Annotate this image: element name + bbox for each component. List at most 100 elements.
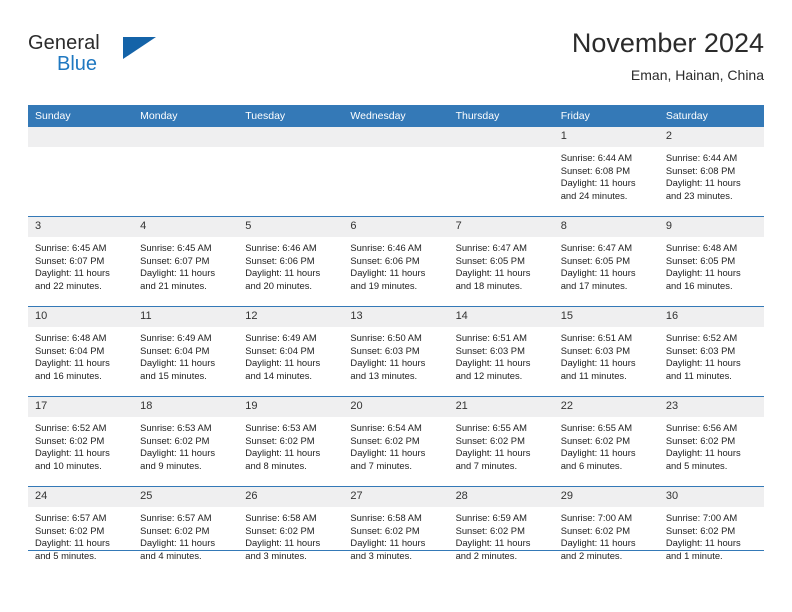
day-info: Sunrise: 6:51 AM Sunset: 6:03 PM Daylight:… — [449, 327, 554, 382]
day-info: Sunrise: 6:53 AM Sunset: 6:02 PM Daylight:… — [133, 417, 238, 472]
daylight-text-line2: and 23 minutes. — [665, 189, 733, 201]
sunset-text: Sunset: 6:02 PM — [140, 524, 210, 536]
brand-logo[interactable]: General Blue — [28, 32, 156, 84]
daylight-text-line1: Daylight: 11 hours — [245, 267, 321, 279]
daylight-text-line2: and 2 minutes. — [560, 549, 623, 561]
calendar-day-cell[interactable]: 29 Sunrise: 7:00 AM Sunset: 6:02 PM Dayligh… — [553, 486, 659, 576]
calendar-day-cell[interactable]: 22 Sunrise: 6:55 AM Sunset: 6:02 PM Dayligh… — [553, 396, 659, 487]
day-number: 10 — [28, 307, 134, 327]
day-number: 29 — [553, 487, 659, 507]
calendar-day-cell[interactable]: 26 Sunrise: 6:58 AM Sunset: 6:02 PM Dayligh… — [238, 486, 344, 576]
calendar-day-cell[interactable]: 1 Sunrise: 6:44 AM Sunset: 6:08 PM Daylight… — [553, 127, 659, 217]
sunset-text: Sunset: 6:03 PM — [665, 344, 736, 356]
calendar-day-cell[interactable]: 28 Sunrise: 6:59 AM Sunset: 6:02 PM Dayligh… — [448, 486, 554, 576]
daylight-text-line1: Daylight: 11 hours — [665, 267, 741, 279]
calendar-day-cell[interactable]: 7 Sunrise: 6:47 AM Sunset: 6:05 PM Daylight… — [448, 216, 554, 307]
daylight-text-line1: Daylight: 11 hours — [245, 537, 321, 549]
daylight-text-line1: Daylight: 11 hours — [140, 357, 216, 369]
sunset-text: Sunset: 6:02 PM — [455, 524, 525, 536]
calendar-day-cell[interactable]: 23 Sunrise: 6:56 AM Sunset: 6:02 PM Dayligh… — [658, 396, 764, 487]
daylight-text-line2: and 21 minutes. — [140, 279, 207, 291]
day-info: Sunrise: 6:58 AM Sunset: 6:02 PM Daylight:… — [238, 507, 343, 562]
sunset-text: Sunset: 6:02 PM — [560, 524, 631, 536]
sunrise-text: Sunrise: 6:55 AM — [455, 422, 527, 433]
day-info: Sunrise: 6:46 AM Sunset: 6:06 PM Daylight:… — [238, 237, 343, 292]
daylight-text-line1: Daylight: 11 hours — [560, 267, 636, 279]
day-number: 4 — [133, 217, 239, 237]
daylight-text-line2: and 1 minute. — [665, 549, 723, 561]
daylight-text-line1: Daylight: 11 hours — [350, 537, 426, 549]
day-info: Sunrise: 6:46 AM Sunset: 6:06 PM Daylight:… — [343, 237, 448, 292]
calendar-day-cell[interactable]: 15 Sunrise: 6:51 AM Sunset: 6:03 PM Dayligh… — [553, 306, 659, 397]
day-number: 17 — [28, 397, 134, 417]
day-number: 20 — [343, 397, 449, 417]
calendar-day-cell[interactable]: 2 Sunrise: 6:44 AM Sunset: 6:08 PM Daylight… — [658, 127, 764, 217]
sunrise-text: Sunrise: 6:51 AM — [455, 332, 527, 343]
calendar-day-cell[interactable]: 3 Sunrise: 6:45 AM Sunset: 6:07 PM Daylight… — [28, 216, 134, 307]
title-block: November 2024 Eman, Hainan, China — [572, 26, 764, 85]
day-number: 25 — [133, 487, 239, 507]
day-info: Sunrise: 6:49 AM Sunset: 6:04 PM Daylight:… — [133, 327, 238, 382]
calendar-day-cell[interactable]: 25 Sunrise: 6:57 AM Sunset: 6:02 PM Dayligh… — [133, 486, 239, 576]
calendar-day-cell-empty — [28, 127, 134, 217]
daylight-text-line2: and 7 minutes. — [455, 459, 518, 471]
sunrise-text: Sunrise: 6:59 AM — [455, 512, 527, 523]
sunrise-text: Sunrise: 6:53 AM — [245, 422, 317, 433]
sunrise-text: Sunrise: 6:45 AM — [35, 242, 107, 253]
sunset-text: Sunset: 6:03 PM — [560, 344, 631, 356]
calendar-day-cell[interactable]: 14 Sunrise: 6:51 AM Sunset: 6:03 PM Dayligh… — [448, 306, 554, 397]
calendar-day-cell[interactable]: 10 Sunrise: 6:48 AM Sunset: 6:04 PM Dayligh… — [28, 306, 134, 397]
calendar-day-cell[interactable]: 17 Sunrise: 6:52 AM Sunset: 6:02 PM Dayligh… — [28, 396, 134, 487]
calendar-body: 1 Sunrise: 6:44 AM Sunset: 6:08 PM Daylight… — [28, 127, 764, 576]
daylight-text-line1: Daylight: 11 hours — [245, 357, 321, 369]
calendar-day-cell[interactable]: 5 Sunrise: 6:46 AM Sunset: 6:06 PM Daylight… — [238, 216, 344, 307]
sunset-text: Sunset: 6:02 PM — [245, 524, 315, 536]
daylight-text-line2: and 11 minutes. — [560, 369, 627, 381]
calendar-day-cell[interactable]: 11 Sunrise: 6:49 AM Sunset: 6:04 PM Dayligh… — [133, 306, 239, 397]
daylight-text-line1: Daylight: 11 hours — [35, 537, 110, 549]
day-info: Sunrise: 6:59 AM Sunset: 6:02 PM Daylight:… — [449, 507, 554, 562]
daylight-text-line1: Daylight: 11 hours — [35, 447, 110, 459]
sunrise-text: Sunrise: 6:54 AM — [350, 422, 422, 433]
weekday-header-thursday: Thursday — [448, 105, 554, 127]
calendar-day-cell[interactable]: 12 Sunrise: 6:49 AM Sunset: 6:04 PM Dayligh… — [238, 306, 344, 397]
sunset-text: Sunset: 6:02 PM — [350, 434, 420, 446]
day-number: 19 — [238, 397, 344, 417]
calendar-day-cell[interactable]: 6 Sunrise: 6:46 AM Sunset: 6:06 PM Daylight… — [343, 216, 449, 307]
calendar-day-cell[interactable]: 30 Sunrise: 7:00 AM Sunset: 6:02 PM Dayligh… — [658, 486, 764, 576]
weekday-header-monday: Monday — [133, 105, 239, 127]
daylight-text-line2: and 3 minutes. — [350, 549, 412, 561]
calendar-day-cell[interactable]: 13 Sunrise: 6:50 AM Sunset: 6:03 PM Dayligh… — [343, 306, 449, 397]
day-info: Sunrise: 6:51 AM Sunset: 6:03 PM Daylight:… — [554, 327, 659, 382]
day-number — [238, 127, 344, 147]
daylight-text-line2: and 4 minutes. — [140, 549, 202, 561]
calendar-day-cell[interactable]: 20 Sunrise: 6:54 AM Sunset: 6:02 PM Dayligh… — [343, 396, 449, 487]
sunset-text: Sunset: 6:05 PM — [560, 254, 631, 266]
day-number: 24 — [28, 487, 134, 507]
sunrise-text: Sunrise: 6:44 AM — [560, 152, 633, 163]
sunrise-text: Sunrise: 6:44 AM — [665, 152, 738, 163]
day-number: 11 — [133, 307, 239, 327]
sunrise-text: Sunrise: 7:00 AM — [665, 512, 738, 523]
brand-name-general: General — [28, 32, 100, 54]
sunset-text: Sunset: 6:07 PM — [140, 254, 210, 266]
sunrise-text: Sunrise: 6:57 AM — [35, 512, 107, 523]
calendar-day-cell[interactable]: 19 Sunrise: 6:53 AM Sunset: 6:02 PM Dayligh… — [238, 396, 344, 487]
calendar-day-cell[interactable]: 16 Sunrise: 6:52 AM Sunset: 6:03 PM Dayligh… — [658, 306, 764, 397]
calendar-day-cell[interactable]: 24 Sunrise: 6:57 AM Sunset: 6:02 PM Dayligh… — [28, 486, 134, 576]
sunset-text: Sunset: 6:02 PM — [35, 524, 105, 536]
calendar-day-cell[interactable]: 9 Sunrise: 6:48 AM Sunset: 6:05 PM Daylight… — [658, 216, 764, 307]
day-number: 14 — [448, 307, 554, 327]
calendar-day-cell[interactable]: 18 Sunrise: 6:53 AM Sunset: 6:02 PM Dayligh… — [133, 396, 239, 487]
calendar-day-cell[interactable]: 4 Sunrise: 6:45 AM Sunset: 6:07 PM Daylight… — [133, 216, 239, 307]
day-info: Sunrise: 6:55 AM Sunset: 6:02 PM Daylight:… — [554, 417, 659, 472]
sunset-text: Sunset: 6:02 PM — [665, 434, 736, 446]
sunrise-text: Sunrise: 7:00 AM — [560, 512, 633, 523]
weekday-header-sunday: Sunday — [28, 105, 134, 127]
calendar-day-cell[interactable]: 8 Sunrise: 6:47 AM Sunset: 6:05 PM Daylight… — [553, 216, 659, 307]
sunrise-text: Sunrise: 6:49 AM — [140, 332, 212, 343]
day-number: 23 — [658, 397, 764, 417]
calendar-day-cell[interactable]: 27 Sunrise: 6:58 AM Sunset: 6:02 PM Dayligh… — [343, 486, 449, 576]
calendar-day-cell[interactable]: 21 Sunrise: 6:55 AM Sunset: 6:02 PM Dayligh… — [448, 396, 554, 487]
daylight-text-line2: and 5 minutes. — [35, 549, 97, 561]
